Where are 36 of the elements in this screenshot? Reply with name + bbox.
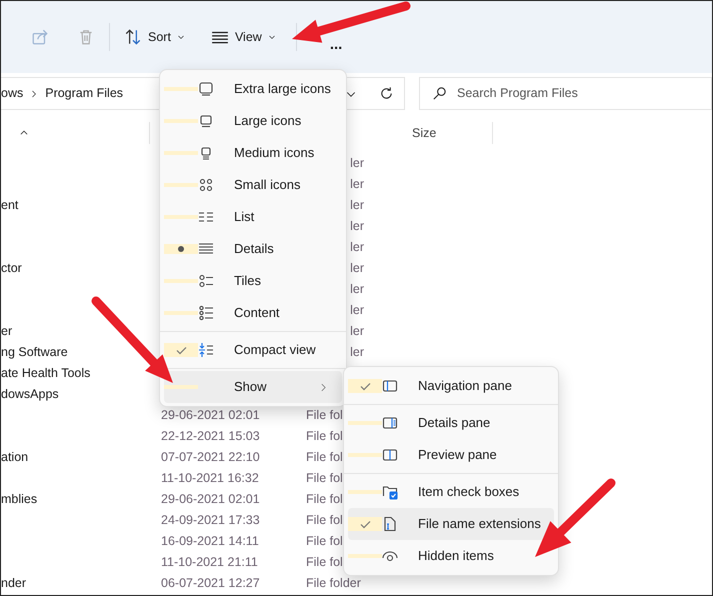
date-modified: 16-09-2021 14:11 bbox=[161, 533, 260, 550]
date-modified: 29-06-2021 02:01 bbox=[161, 407, 261, 424]
date-modified: 29-06-2021 02:01 bbox=[161, 491, 261, 508]
file-name: ation bbox=[1, 449, 30, 466]
file-name: mblies bbox=[1, 491, 38, 508]
file-type: File fol bbox=[306, 470, 343, 488]
file-type: ler bbox=[349, 218, 364, 236]
file-name: ng Software bbox=[1, 344, 69, 362]
file-type: File fol bbox=[306, 407, 343, 424]
file-type: File fol bbox=[306, 533, 343, 550]
file-name: dowsApps bbox=[1, 386, 60, 404]
file-type: File fol bbox=[306, 449, 343, 466]
date-modified: 07-07-2021 22:10 bbox=[161, 449, 261, 466]
date-modified: 11-10-2021 21:11 bbox=[161, 554, 259, 572]
date-modified: 06-07-2021 12:27 bbox=[161, 575, 261, 592]
file-type: File fol bbox=[306, 491, 343, 508]
file-type: File fol bbox=[306, 512, 343, 530]
file-type: ler bbox=[349, 260, 364, 278]
file-name: ctor bbox=[1, 260, 23, 278]
date-modified: 11-10-2021 16:32 bbox=[161, 470, 260, 488]
file-name: ent bbox=[1, 197, 20, 214]
file-name: er bbox=[1, 323, 14, 340]
file-type: File fol bbox=[306, 428, 343, 446]
date-modified: 24-09-2021 17:33 bbox=[161, 512, 261, 530]
date-modified: 22-12-2021 15:03 bbox=[161, 428, 261, 446]
file-name: ate Health Tools bbox=[1, 365, 92, 382]
file-type: ler bbox=[349, 323, 364, 340]
file-type: ler bbox=[349, 281, 364, 298]
file-type: ler bbox=[349, 197, 364, 214]
file-name: nder bbox=[1, 575, 28, 592]
file-type: ler bbox=[349, 239, 364, 256]
file-type: ler bbox=[349, 155, 364, 172]
file-type: ler bbox=[349, 176, 364, 194]
file-type: ler bbox=[349, 302, 364, 320]
file-type: File folder bbox=[306, 575, 361, 592]
file-type: File fol bbox=[306, 554, 343, 572]
